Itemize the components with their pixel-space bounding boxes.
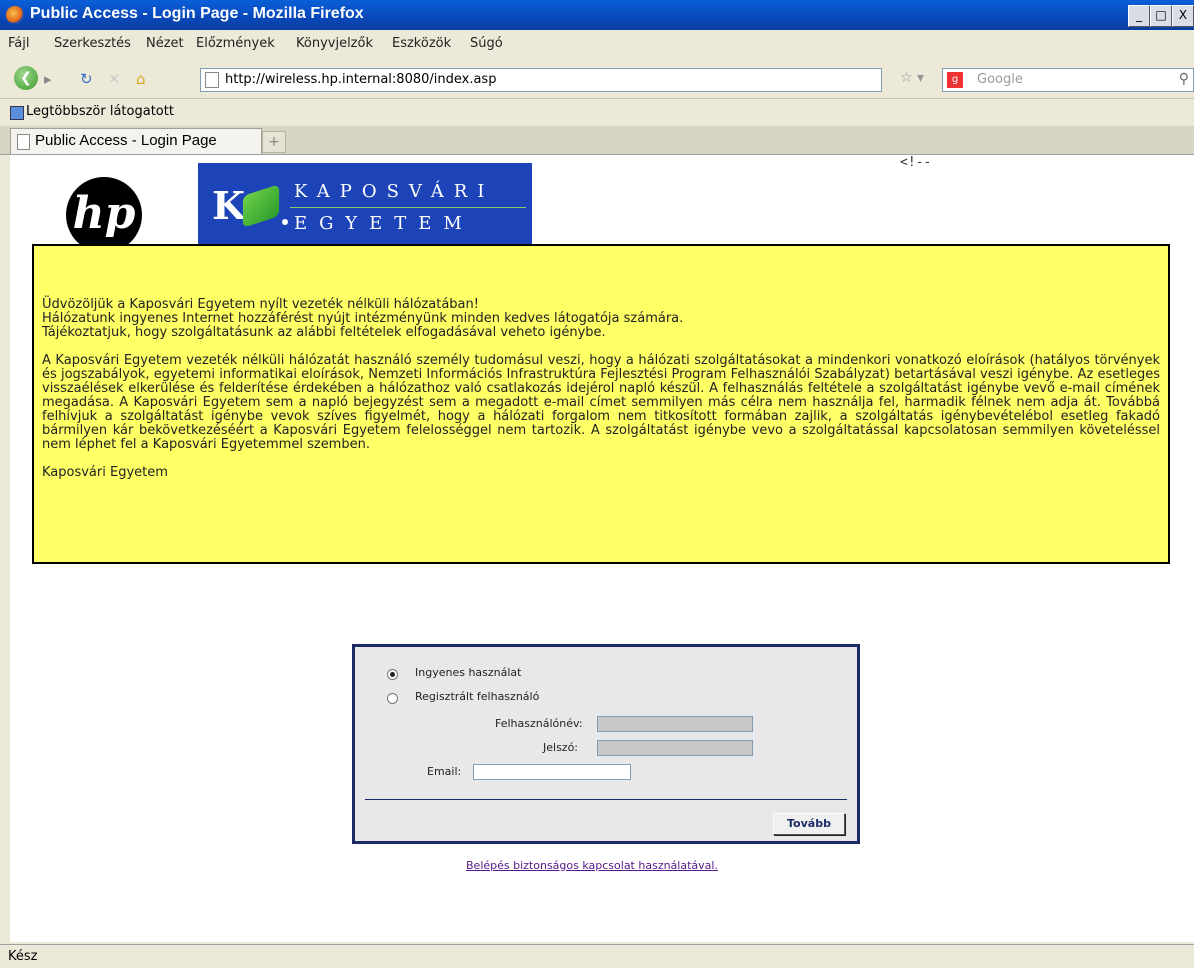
password-label: Jelszó:: [543, 741, 579, 754]
bookmark-folder-icon: [10, 106, 24, 120]
search-placeholder: Google: [977, 72, 1023, 87]
option-free-label: Ingyenes használat: [415, 666, 522, 679]
welcome-line: Üdvözöljük a Kaposvári Egyetem nyílt vez…: [42, 297, 479, 312]
username-field[interactable]: [597, 716, 753, 732]
status-text: Kész: [8, 949, 38, 964]
bookmarks-toolbar: Legtöbbször látogatott: [0, 100, 1194, 124]
status-bar: Kész: [0, 944, 1194, 968]
hp-logo: hp: [66, 177, 142, 253]
url-text[interactable]: http://wireless.hp.internal:8080/index.a…: [225, 72, 496, 87]
page-icon: [17, 134, 30, 150]
tab-login-page[interactable]: Public Access - Login Page: [10, 128, 262, 154]
search-box[interactable]: g Google ⚲: [942, 68, 1194, 92]
new-tab-button[interactable]: +: [262, 131, 286, 153]
kaposvari-egyetem-logo: K KAPOSVÁRI EGYETEM: [198, 163, 532, 249]
conditions-line: Tájékoztatjuk, hogy szolgáltatásunk az a…: [42, 325, 606, 340]
terms-paragraph: A Kaposvári Egyetem vezeték nélküli háló…: [42, 353, 1160, 452]
logo-registered-mark: [282, 219, 288, 225]
minimize-button[interactable]: _: [1128, 5, 1150, 27]
login-form: Ingyenes használat Regisztrált felhaszná…: [352, 644, 860, 844]
email-label: Email:: [427, 765, 462, 778]
option-registered-label: Regisztrált felhasználó: [415, 690, 540, 703]
logo-line1: KAPOSVÁRI: [294, 181, 495, 202]
menu-help[interactable]: Súgó: [470, 36, 503, 51]
bookmark-star-icon[interactable]: ☆ ▾: [900, 70, 924, 86]
menu-tools[interactable]: Eszközök: [392, 36, 451, 51]
home-icon[interactable]: ⌂: [136, 70, 146, 88]
logo-swoosh-icon: [242, 184, 280, 228]
tab-label: Public Access - Login Page: [35, 132, 217, 149]
navigation-toolbar: ❮ ▸ ↻ ✕ ⌂ http://wireless.hp.internal:80…: [0, 58, 1194, 99]
page-content: <!-- hp K KAPOSVÁRI EGYETEM Üdvözöljük a…: [10, 155, 1194, 942]
html-comment-text: <!--: [900, 155, 932, 170]
bookmark-most-visited[interactable]: Legtöbbször látogatott: [26, 104, 174, 119]
logo-letter: K: [212, 183, 246, 228]
forward-icon[interactable]: ▸: [44, 70, 52, 88]
menu-history[interactable]: Előzmények: [196, 36, 275, 51]
menu-edit[interactable]: Szerkesztés: [54, 36, 131, 51]
tab-strip: Public Access - Login Page +: [0, 126, 1194, 155]
signature: Kaposvári Egyetem: [42, 465, 168, 480]
email-field[interactable]: [473, 764, 631, 780]
logo-line2: EGYETEM: [294, 213, 474, 234]
stop-icon[interactable]: ✕: [108, 70, 121, 88]
search-icon[interactable]: ⚲: [1179, 71, 1189, 87]
radio-registered-user[interactable]: [387, 693, 398, 704]
menu-bookmarks[interactable]: Könyvjelzők: [296, 36, 373, 51]
window-title: Public Access - Login Page - Mozilla Fir…: [30, 5, 364, 22]
password-field[interactable]: [597, 740, 753, 756]
form-divider: [365, 799, 847, 800]
window-title-bar: Public Access - Login Page - Mozilla Fir…: [0, 0, 1194, 30]
free-access-line: Hálózatunk ingyenes Internet hozzáférést…: [42, 311, 684, 326]
menu-view[interactable]: Nézet: [146, 36, 184, 51]
next-button[interactable]: Tovább: [773, 813, 845, 835]
firefox-icon: [6, 6, 24, 24]
terms-notice: Üdvözöljük a Kaposvári Egyetem nyílt vez…: [32, 244, 1170, 564]
secure-login-link[interactable]: Belépés biztonságos kapcsolat használatá…: [466, 859, 718, 872]
maximize-button[interactable]: □: [1150, 5, 1172, 27]
reload-icon[interactable]: ↻: [80, 70, 93, 88]
logo-divider: [290, 207, 526, 208]
close-button[interactable]: X: [1172, 5, 1194, 27]
search-engine-icon[interactable]: g: [947, 72, 963, 88]
radio-free-use[interactable]: [387, 669, 398, 680]
menu-bar: Fájl Szerkesztés Nézet Előzmények Könyvj…: [0, 32, 1194, 56]
page-icon: [205, 72, 219, 88]
username-label: Felhasználónév:: [495, 717, 583, 730]
menu-file[interactable]: Fájl: [8, 36, 29, 51]
address-bar[interactable]: http://wireless.hp.internal:8080/index.a…: [200, 68, 882, 92]
back-button[interactable]: ❮: [14, 66, 38, 90]
